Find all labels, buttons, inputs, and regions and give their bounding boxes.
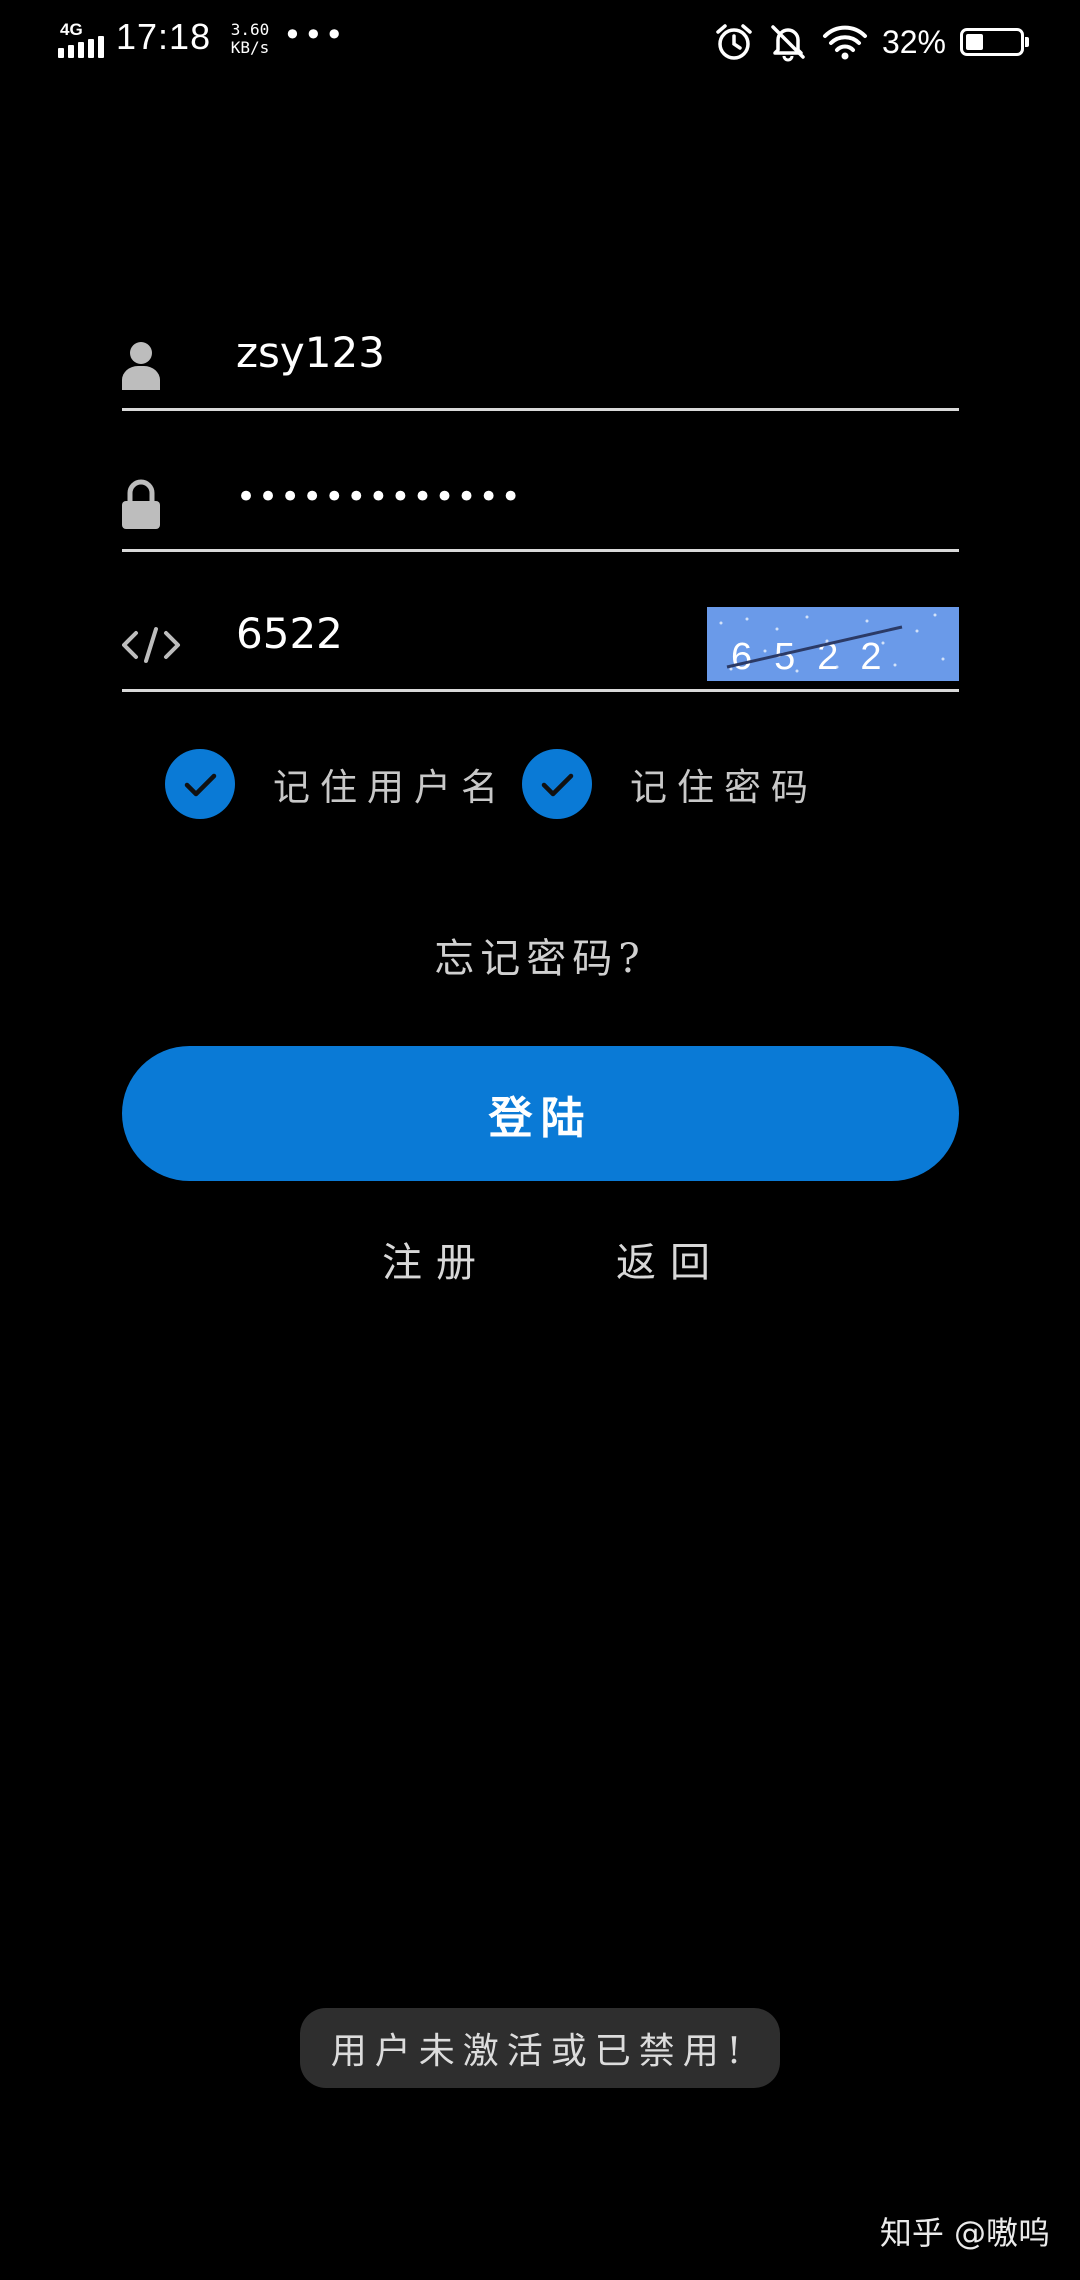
user-icon (122, 342, 160, 390)
username-input[interactable]: zsy123 (236, 328, 385, 377)
captcha-image[interactable]: 6522 (707, 607, 959, 681)
watermark: 知乎 @嗷呜 (879, 2214, 1050, 2252)
status-time: 17:18 (116, 16, 212, 57)
wifi-icon (822, 25, 867, 60)
network-speed: 3.60 KB/s (222, 21, 278, 57)
captcha-input[interactable]: 6522 (236, 609, 343, 658)
remember-password-label: 记住密码 (630, 766, 818, 809)
remember-password-checkbox[interactable]: 记住密码 (522, 748, 818, 820)
status-bar: 4G 17:18 3.60 KB/s ••• 32% (0, 0, 1080, 84)
battery-fill (966, 34, 983, 50)
lock-icon (122, 479, 160, 529)
more-notifications-icon: ••• (283, 16, 346, 54)
status-icons: 32% (714, 18, 1029, 66)
battery-percent: 32% (881, 23, 946, 60)
code-icon (122, 627, 180, 663)
battery-icon (960, 28, 1029, 56)
back-link[interactable]: 返回 (616, 1230, 724, 1288)
captcha-field[interactable]: 6522 6522 (122, 599, 959, 692)
login-screen: 4G 17:18 3.60 KB/s ••• 32% zsy123 ••••••… (0, 0, 1080, 2280)
password-input[interactable]: ••••••••••••• (236, 477, 523, 517)
alarm-icon (716, 24, 752, 60)
register-link[interactable]: 注册 (382, 1230, 490, 1288)
toast-message: 用户未激活或已禁用! (300, 2008, 780, 2088)
mute-bell-icon (771, 25, 805, 62)
username-field[interactable]: zsy123 (122, 318, 959, 411)
forgot-password-link[interactable]: 忘记密码? (0, 926, 1080, 984)
check-icon (165, 749, 235, 819)
remember-username-checkbox[interactable]: 记住用户名 (165, 748, 508, 820)
speed-unit: KB/s (230, 38, 270, 57)
captcha-image-text: 6522 (731, 636, 904, 678)
login-button[interactable]: 登陆 (122, 1046, 959, 1181)
password-field[interactable]: ••••••••••••• (122, 459, 959, 552)
check-icon (522, 749, 592, 819)
cellular-signal-icon: 4G (58, 18, 104, 58)
speed-value: 3.60 (230, 20, 270, 39)
remember-username-label: 记住用户名 (273, 766, 508, 809)
